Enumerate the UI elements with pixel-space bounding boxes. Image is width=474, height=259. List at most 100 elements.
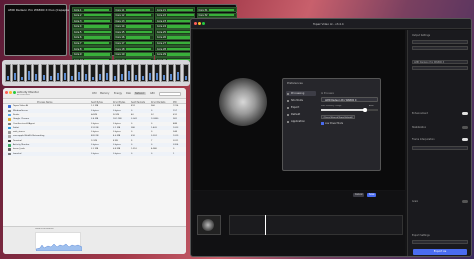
col-pid[interactable]: PID [173,101,177,104]
core-meter: Core 24 [155,23,195,30]
core-label: Core 8 [74,47,82,51]
col-sent-packets[interactable]: Sent Packets [131,101,145,104]
table-cell-name: Safari [13,126,20,129]
nav-label: Processing [291,92,305,95]
processing-icon [287,92,289,95]
table-cell-name: com.apple.WebKit.Networking [13,135,45,138]
table-cell-name: mds_stores [13,131,25,134]
nav-export[interactable]: Export [286,105,316,110]
table-cell-c3: 2,041 [131,118,137,121]
cpu-bar-level [78,71,80,80]
core-meter-fill [84,25,109,28]
table-row[interactable]: launchd 0 bytes 0 bytes 0 0 1 [3,151,186,157]
core-meter: Core 8 [72,46,112,52]
model-field[interactable] [412,66,468,70]
table-cell-c5: 612 [173,113,177,116]
tab-energy[interactable]: Energy [113,92,123,95]
tab-disk[interactable]: Disk [125,92,132,95]
minimize-button[interactable] [198,22,201,25]
core-label: Core 25 [157,30,166,34]
core-label: Core 15 [115,30,125,34]
table-cell-c2: 18.1 MB [113,118,122,121]
core-label: Core 6 [74,36,82,40]
core-meter-fill [125,30,152,34]
core-meter-fill [167,25,193,28]
nav-processing[interactable]: Processing [286,91,316,96]
gpu-field[interactable]: AMD Radeon Pro W6800 X [412,60,468,64]
export-button[interactable]: Export As [413,249,467,255]
cache-folder-input[interactable]: /Users/Shared/TopazVideoAI [321,115,355,119]
core-meter: Core 14 [113,23,154,30]
tab-network[interactable]: Network [134,92,146,95]
cpu-bar-level [120,73,123,80]
nav-default[interactable]: Default [286,112,316,117]
dialog-title: Preferences [287,81,303,85]
close-button[interactable] [194,22,197,25]
app-icon [8,144,11,147]
side-label-grain: Grain [412,200,419,203]
core-meter-fill [125,36,151,39]
low-power-checkbox[interactable] [321,122,324,125]
cpu-bar-level [177,71,180,80]
cpu-bar-level [63,73,66,80]
cpu-bar-level [170,74,173,80]
table-cell-c3: 0 [131,152,133,155]
output-dropdown-2[interactable] [412,46,468,50]
core-meter-fill [125,14,152,17]
zoom-button[interactable] [13,91,16,94]
tab-memory[interactable]: Memory [99,92,110,95]
core-label: Core 24 [157,25,166,29]
stabilization-toggle[interactable] [462,126,468,129]
search-input[interactable] [159,92,181,96]
table-cell-c1: 0 bytes [91,122,99,125]
core-label: Core 11 [115,8,125,12]
table-cell-c4: 12,880 [151,118,159,121]
table-cell-c4: 52 [151,113,154,116]
zoom-button[interactable] [202,22,205,25]
memory-slider-handle[interactable] [363,108,367,112]
interp-model-field[interactable] [412,146,468,150]
col-sent-bytes[interactable]: Sent Bytes [91,101,103,104]
core-label: Core 32 [198,14,208,18]
nav-shortcuts[interactable]: Shortcuts [286,98,316,103]
minimize-button[interactable] [9,91,12,94]
tab-gpu[interactable]: GPU [149,92,156,95]
grain-toggle[interactable] [462,200,468,203]
interpolation-toggle[interactable] [462,138,468,141]
core-label: Core 4 [74,25,82,29]
tab-cpu[interactable]: CPU [91,92,98,95]
save-button[interactable]: Save [367,193,377,197]
application-icon [287,120,289,123]
ai-processor-select[interactable]: AMD Radeon Pro W6800 X [321,97,378,102]
table-cell-c5: 1029 [173,135,179,138]
close-button[interactable] [5,91,8,94]
table-cell-c4: 0 [151,152,153,155]
side-label-output: Output Settings [412,34,431,37]
cpu-bar [61,64,68,82]
cancel-button[interactable]: Cancel [353,193,365,197]
col-rcvd-bytes[interactable]: Rcvd Bytes [113,101,125,104]
table-cell-c5: 1023 [173,126,179,129]
col-rcvd-packets[interactable]: Rcvd Packets [151,101,165,104]
cpu-bar-level [127,71,130,80]
core-meter-fill [84,30,112,34]
export-format-field[interactable] [412,240,468,244]
core-meter-fill [167,47,193,50]
cpu-bar [104,64,111,82]
cpu-bar [26,64,33,82]
output-dropdown[interactable] [412,40,468,44]
table-cell-c1: 1.2 MB [91,105,99,108]
col-process-name[interactable]: Process Name [37,101,52,104]
nav-label: Shortcuts [291,99,303,102]
core-meter: Core 22 [155,12,195,18]
table-cell-c3: 9 [131,139,133,142]
table-cell-c4: 0 [151,109,153,112]
timeline-track[interactable] [229,215,403,235]
nav-application[interactable]: Application [286,119,316,124]
playhead-handle[interactable] [265,215,266,235]
cpu-bar-level [21,77,24,80]
table-cell-name: Google Chrome [13,118,30,121]
core-meter-fill [84,19,110,22]
enhancement-toggle[interactable] [462,112,468,115]
network-graph [35,232,83,252]
